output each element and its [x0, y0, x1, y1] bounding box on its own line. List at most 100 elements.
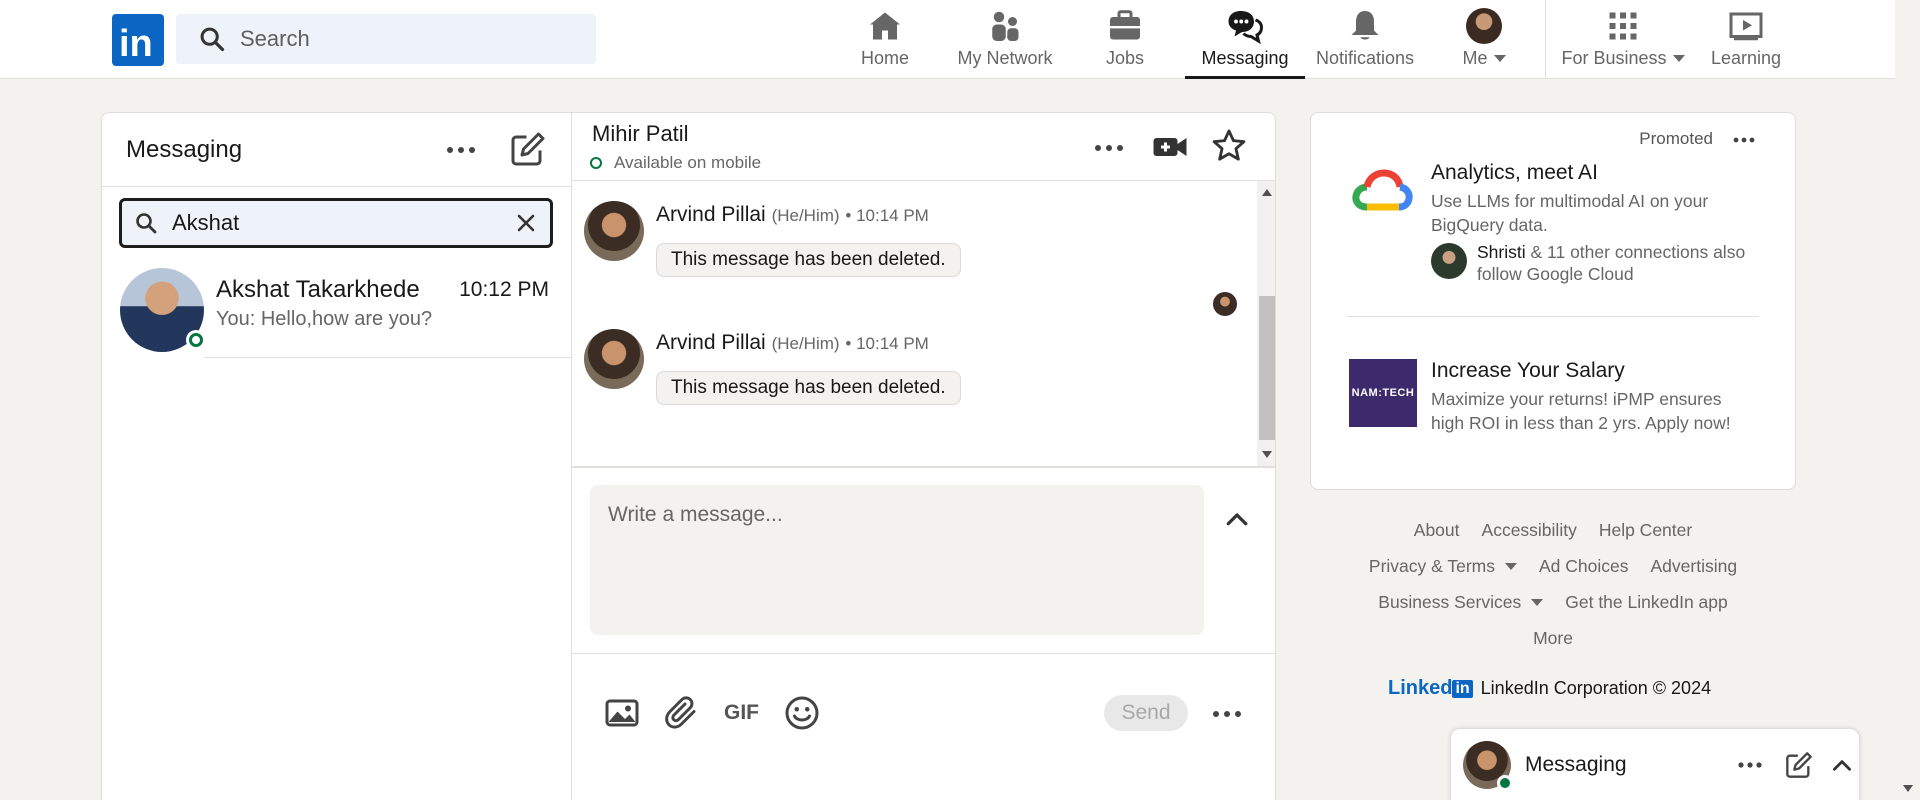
avatar[interactable] [584, 329, 644, 389]
close-icon[interactable] [514, 211, 538, 235]
nav-for-business-text: For Business [1561, 48, 1667, 68]
compose-icon[interactable] [510, 131, 546, 167]
footer-link-accessibility[interactable]: Accessibility [1482, 520, 1577, 541]
page-scrollbar[interactable] [1895, 0, 1920, 800]
nav-my-network-label: My Network [957, 48, 1053, 68]
scroll-up-icon[interactable] [1262, 189, 1272, 196]
conversation-search-input[interactable]: Akshat [119, 198, 553, 248]
search-icon [200, 27, 225, 52]
conversation-search-value: Akshat [172, 210, 240, 235]
nav-me-label: Me [1462, 48, 1506, 69]
messaging-title: Messaging [126, 135, 243, 163]
message-item: Arvind Pillai (He/Him) • 10:14 PM This m… [584, 329, 1224, 429]
footer-link-business-services-text: Business Services [1378, 592, 1522, 612]
messaging-header: Messaging [102, 113, 571, 187]
messaging-panel: Messaging Akshat Akshat Takarkhede 10:12… [101, 112, 1276, 800]
global-search-input[interactable]: Search [176, 14, 596, 64]
grid-icon [1609, 12, 1637, 40]
linkedin-wordmark: Linked [1388, 677, 1453, 699]
thread-status: Available on mobile [590, 153, 761, 173]
footer-link-privacy-terms[interactable]: Privacy & Terms [1369, 556, 1517, 577]
more-options-icon[interactable] [442, 135, 480, 165]
home-icon [870, 12, 900, 40]
google-cloud-logo [1352, 169, 1413, 211]
message-thread: Arvind Pillai (He/Him) • 10:14 PM This m… [572, 181, 1275, 468]
nav-me-text: Me [1462, 48, 1488, 68]
footer-link-help-center[interactable]: Help Center [1599, 520, 1692, 541]
nav-my-network[interactable]: My Network [955, 8, 1055, 78]
promoted-card: Promoted Analytics, meet AI Use LLMs for… [1310, 112, 1796, 490]
sender-pronouns: (He/Him) [771, 334, 840, 353]
nav-notifications[interactable]: Notifications [1314, 8, 1416, 78]
gif-button[interactable]: GIF [724, 701, 759, 725]
copyright-text: LinkedIn Corporation © 2024 [1480, 678, 1712, 698]
chevron-up-icon[interactable] [1829, 753, 1855, 779]
emoji-icon[interactable] [784, 695, 820, 731]
linkedin-logo[interactable]: in [112, 14, 164, 66]
nav-for-business-label: For Business [1561, 48, 1685, 69]
online-status-icon [590, 157, 602, 169]
chevron-down-icon [1493, 55, 1506, 62]
thread-scrollbar[interactable] [1257, 181, 1275, 466]
online-status-icon [1497, 775, 1513, 791]
avatar [1431, 243, 1467, 279]
nav-jobs[interactable]: Jobs [1104, 8, 1146, 78]
nav-messaging-label: Messaging [1201, 48, 1289, 68]
messaging-icon [1228, 11, 1263, 44]
sender-pronouns: (He/Him) [771, 206, 840, 225]
more-options-icon[interactable] [1090, 133, 1128, 163]
conversation-item[interactable]: Akshat Takarkhede 10:12 PM You: Hello,ho… [102, 258, 571, 358]
video-call-icon[interactable] [1152, 129, 1188, 165]
footer-link-about[interactable]: About [1414, 520, 1460, 541]
attach-icon[interactable] [664, 695, 700, 731]
nav-jobs-label: Jobs [1105, 48, 1145, 68]
sender-name[interactable]: Arvind Pillai [656, 331, 766, 354]
network-icon [992, 11, 1019, 41]
conversation-list-pane: Messaging Akshat Akshat Takarkhede 10:12… [102, 113, 572, 800]
thread-contact-name[interactable]: Mihir Patil [592, 121, 689, 147]
nav-home[interactable]: Home [858, 8, 912, 78]
nav-for-business[interactable]: For Business [1561, 8, 1685, 78]
scroll-down-icon[interactable] [1903, 785, 1913, 792]
chevron-down-icon [1672, 55, 1685, 62]
conversation-name: Akshat Takarkhede [216, 276, 420, 303]
learning-icon [1729, 12, 1763, 41]
star-icon[interactable] [1210, 127, 1248, 165]
more-options-icon[interactable] [1735, 751, 1765, 779]
nav-messaging[interactable]: Messaging [1185, 8, 1305, 79]
online-status-icon [186, 330, 206, 350]
footer-link-get-app[interactable]: Get the LinkedIn app [1565, 592, 1727, 613]
chevron-up-icon[interactable] [1222, 505, 1252, 535]
avatar[interactable] [584, 201, 644, 261]
footer-link-ad-choices[interactable]: Ad Choices [1539, 556, 1629, 577]
more-options-icon[interactable] [1731, 129, 1757, 151]
nav-learning[interactable]: Learning [1711, 8, 1781, 78]
briefcase-icon [1110, 10, 1140, 40]
more-options-icon[interactable] [1208, 699, 1246, 729]
composer-toolbar: GIF Send [572, 683, 1275, 743]
footer-link-advertising[interactable]: Advertising [1651, 556, 1738, 577]
footer-link-privacy-terms-text: Privacy & Terms [1368, 556, 1495, 576]
message-sender: Arvind Pillai (He/Him) • 10:14 PM [656, 331, 929, 355]
message-item: Arvind Pillai (He/Him) • 10:14 PM This m… [584, 201, 1224, 301]
conversation-time: 10:12 PM [459, 278, 549, 301]
message-input[interactable]: Write a message... [590, 485, 1204, 635]
promoted-body: Use LLMs for multimodal AI on your BigQu… [1431, 191, 1709, 235]
footer-link-business-services[interactable]: Business Services [1378, 592, 1543, 613]
search-icon [136, 213, 157, 234]
messaging-overlay[interactable]: Messaging [1450, 728, 1860, 800]
scroll-down-icon[interactable] [1262, 451, 1272, 458]
send-button[interactable]: Send [1104, 695, 1188, 731]
compose-icon[interactable] [1785, 751, 1813, 779]
social-proof-name: Shristi [1477, 242, 1526, 262]
read-receipt-avatar [1213, 292, 1237, 316]
bell-icon [1351, 11, 1379, 40]
scrollbar-thumb[interactable] [1259, 296, 1275, 440]
thread-header: Mihir Patil Available on mobile [572, 113, 1275, 181]
image-icon[interactable] [604, 695, 640, 731]
footer-link-more[interactable]: More [1533, 628, 1573, 649]
sender-name[interactable]: Arvind Pillai [656, 203, 766, 226]
nav-home-label: Home [860, 48, 909, 68]
nav-me[interactable]: Me [1460, 8, 1508, 78]
footer-copyright: Linked in LinkedIn Corporation © 2024 [1388, 677, 1711, 700]
